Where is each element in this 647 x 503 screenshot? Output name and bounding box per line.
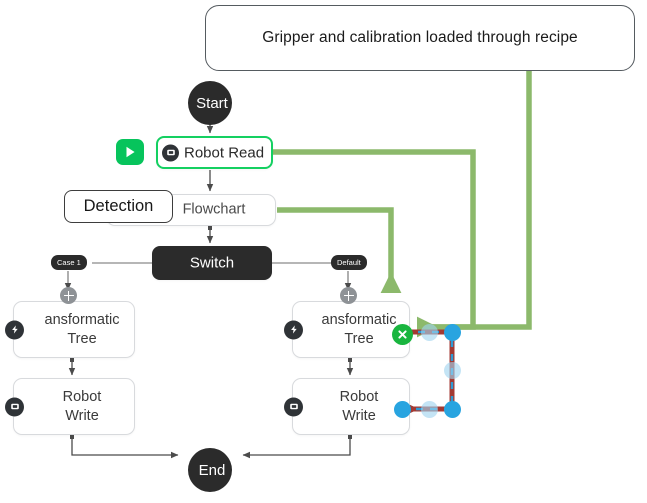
- run-play-button[interactable]: [116, 139, 144, 165]
- edge-endpoint-handle-target[interactable]: [394, 401, 411, 418]
- edge-flowchart-to-tree-right[interactable]: [277, 207, 402, 293]
- edge-midpoint-handle-bottom[interactable]: [421, 401, 438, 418]
- transform-icon: [5, 320, 24, 339]
- write-right-line1: Robot: [339, 388, 379, 405]
- node-robot-write-left[interactable]: Robot Write: [5, 378, 135, 435]
- robot-icon: [5, 397, 24, 416]
- annotation-note-text: Gripper and calibration loaded through r…: [262, 29, 578, 46]
- add-node-button-left[interactable]: [60, 287, 77, 304]
- node-start[interactable]: Start: [188, 81, 232, 125]
- flowchart-canvas[interactable]: Gripper and calibration loaded through r…: [0, 0, 647, 503]
- port-label-case1[interactable]: Case 1: [51, 255, 87, 270]
- transform-icon: [284, 320, 303, 339]
- robot-icon: [284, 397, 303, 416]
- tree-right-line1: ansformatic: [321, 311, 397, 328]
- port-label-case1-text: Case 1: [57, 258, 81, 267]
- node-end-label: End: [198, 461, 226, 479]
- node-robot-write-right[interactable]: Robot Write: [284, 378, 410, 435]
- play-icon: [126, 146, 135, 158]
- edge-endpoint-handle-top-right[interactable]: [444, 324, 461, 341]
- edge-write-left-to-end[interactable]: [70, 435, 179, 459]
- delete-edge-button[interactable]: [392, 324, 413, 345]
- node-robot-read[interactable]: Robot Read: [156, 136, 273, 169]
- close-icon: [398, 330, 407, 339]
- write-left-line1: Robot: [62, 388, 102, 405]
- node-switch[interactable]: Switch: [152, 246, 272, 280]
- node-switch-label: Switch: [189, 254, 235, 272]
- write-left-line2: Write: [65, 407, 99, 424]
- robot-icon: [162, 144, 179, 161]
- edge-midpoint-handle-vertical[interactable]: [444, 362, 461, 379]
- chip-detection-label: Detection: [83, 197, 154, 215]
- node-robot-write-left-label: Robot Write: [14, 387, 134, 425]
- node-transformation-tree-left-label: ansformatic Tree: [14, 310, 134, 348]
- node-transformation-tree-left[interactable]: ansformatic Tree: [5, 301, 135, 358]
- tree-left-line1: ansformatic: [44, 311, 120, 328]
- edge-midpoint-handle-top[interactable]: [421, 324, 438, 341]
- chip-detection[interactable]: Detection: [64, 190, 173, 223]
- node-start-label: Start: [196, 94, 228, 112]
- annotation-note-box[interactable]: Gripper and calibration loaded through r…: [205, 5, 635, 71]
- node-transformation-tree-right-label: ansformatic Tree: [293, 310, 409, 348]
- port-label-default[interactable]: Default: [331, 255, 367, 270]
- node-robot-write-right-label: Robot Write: [293, 387, 409, 425]
- add-node-button-right[interactable]: [340, 287, 357, 304]
- port-label-default-text: Default: [337, 258, 361, 267]
- edge-endpoint-handle-bottom-right[interactable]: [444, 401, 461, 418]
- node-end[interactable]: End: [188, 448, 232, 492]
- write-right-line2: Write: [342, 407, 376, 424]
- tree-left-line2: Tree: [67, 330, 97, 347]
- edge-write-right-to-end[interactable]: [242, 435, 352, 459]
